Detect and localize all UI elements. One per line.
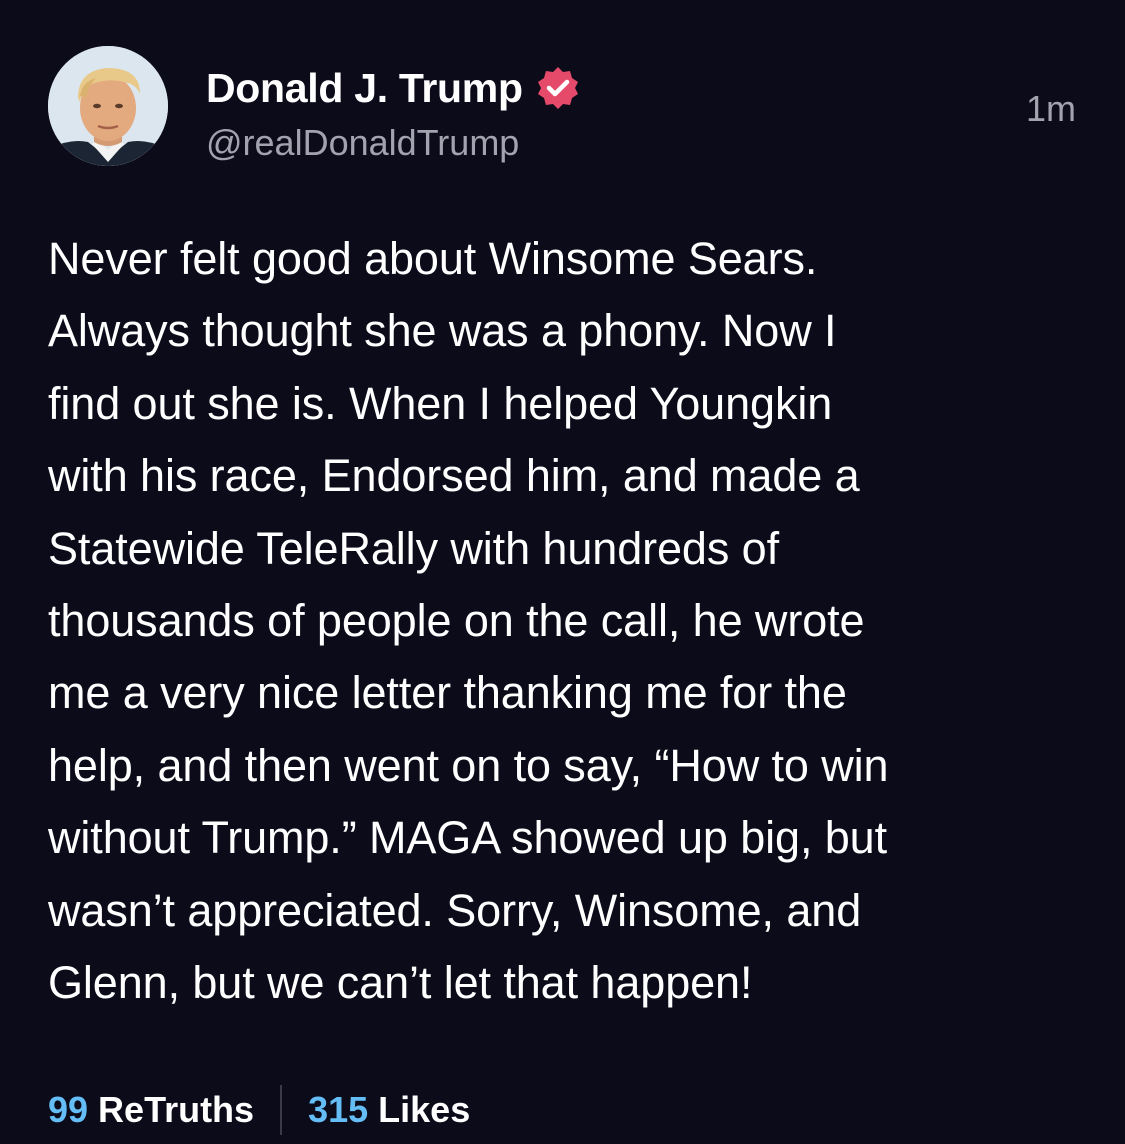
author-display-name[interactable]: Donald J. Trump [206, 65, 523, 112]
author-name-row: Donald J. Trump [206, 62, 581, 114]
post-body-text: Never felt good about Winsome Sears. Alw… [48, 233, 889, 1009]
stats-divider [280, 1085, 283, 1135]
truth-post: Donald J. Trump @realDonaldTrump 1m Neve… [0, 0, 1125, 1144]
post-header: Donald J. Trump @realDonaldTrump 1m [48, 46, 1078, 170]
avatar-image [48, 46, 168, 166]
likes-stat[interactable]: 315 Likes [308, 1089, 470, 1131]
retruths-stat[interactable]: 99 ReTruths [48, 1089, 254, 1131]
verified-badge-icon [535, 65, 581, 111]
likes-count: 315 [308, 1089, 369, 1130]
retruths-label: ReTruths [98, 1089, 255, 1130]
likes-label: Likes [378, 1089, 471, 1130]
post-stats: 99 ReTruths 315 Likes [48, 1084, 470, 1136]
avatar[interactable] [48, 46, 168, 166]
author-handle[interactable]: @realDonaldTrump [206, 122, 519, 164]
post-timestamp[interactable]: 1m [1026, 88, 1076, 130]
retruths-count: 99 [48, 1089, 89, 1130]
